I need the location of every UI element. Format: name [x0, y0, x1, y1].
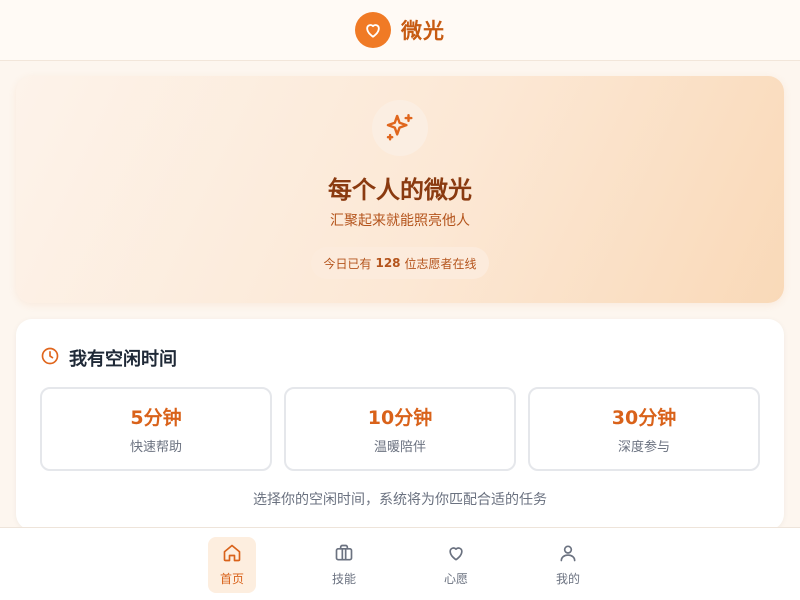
option-description: 温暖陪伴 — [373, 440, 426, 455]
hero-banner: 每个人的微光 汇聚起来就能照亮他人 今日已有 128 位志愿者在线 — [16, 76, 784, 303]
sparkles-icon — [372, 100, 428, 156]
nav-label: 心愿 — [443, 572, 468, 586]
online-prefix: 今日已有 — [323, 256, 372, 271]
option-duration: 30分钟 — [611, 407, 677, 429]
app-title: 微光 — [401, 19, 445, 43]
time-option-10min[interactable]: 10分钟 温暖陪伴 — [284, 387, 516, 471]
online-count: 128 — [375, 256, 401, 270]
nav-item-profile[interactable]: 我的 — [544, 537, 592, 593]
hero-subtitle: 汇聚起来就能照亮他人 — [330, 213, 470, 229]
home-icon — [222, 543, 242, 566]
time-option-5min[interactable]: 5分钟 快速帮助 — [40, 387, 272, 471]
hero-title: 每个人的微光 — [328, 176, 472, 204]
card-hint-text: 选择你的空闲时间，系统将为你匹配合适的任务 — [253, 492, 547, 508]
bottom-navigation: 首页 技能 心愿 我的 — [0, 527, 800, 600]
option-description: 快速帮助 — [129, 440, 182, 455]
option-description: 深度参与 — [617, 440, 670, 455]
heart-logo-icon — [355, 12, 391, 48]
nav-label: 首页 — [219, 572, 244, 586]
online-volunteers-badge: 今日已有 128 位志愿者在线 — [311, 247, 489, 279]
time-option-30min[interactable]: 30分钟 深度参与 — [528, 387, 760, 471]
nav-item-wishes[interactable]: 心愿 — [432, 537, 480, 593]
briefcase-icon — [334, 543, 354, 566]
option-duration: 10分钟 — [367, 407, 433, 429]
top-bar: 微光 — [0, 0, 800, 61]
card-title: 我有空闲时间 — [69, 349, 177, 370]
card-header: 我有空闲时间 — [40, 345, 177, 371]
clock-icon — [40, 346, 60, 370]
free-time-card: 我有空闲时间 5分钟 快速帮助 10分钟 温暖陪伴 30分钟 深度参与 选择你的… — [16, 319, 784, 530]
nav-label: 我的 — [555, 572, 580, 586]
nav-item-home[interactable]: 首页 — [208, 537, 256, 593]
user-icon — [558, 543, 578, 566]
nav-label: 技能 — [331, 572, 356, 586]
option-duration: 5分钟 — [130, 407, 182, 429]
heart-icon — [446, 543, 466, 566]
online-suffix: 位志愿者在线 — [404, 256, 477, 271]
nav-item-skills[interactable]: 技能 — [320, 537, 368, 593]
